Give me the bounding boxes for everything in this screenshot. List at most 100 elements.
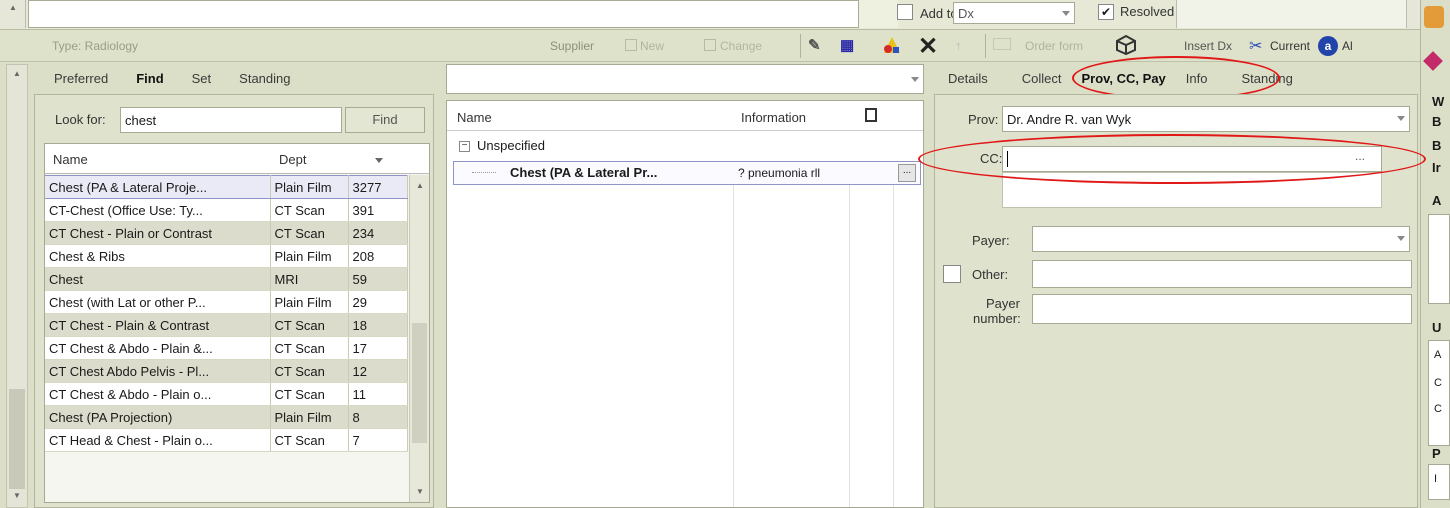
supplier-label: Supplier [550,39,595,53]
current-icon[interactable]: ✂ [1249,36,1262,56]
row-name: CT Chest & Abdo - Plain &... [45,336,271,360]
table-row[interactable]: CT Head & Chest - Plain o... CT Scan 7 [45,428,408,452]
order-form-label[interactable]: Order form [1025,39,1083,53]
row-dept: CT Scan [270,198,349,222]
column-divider-2 [849,161,850,507]
table-row[interactable]: CT Chest - Plain & Contrast CT Scan 18 [45,313,408,337]
patient-icon[interactable] [1424,6,1444,28]
ellipsis-button[interactable]: ... [898,164,916,182]
resolved-checkbox[interactable]: ✔ [1098,4,1114,20]
payer-select[interactable] [1032,226,1410,252]
sort-down-icon[interactable] [375,158,383,163]
column-name[interactable]: Name [53,152,88,167]
table-row[interactable]: Chest MRI 59 [45,267,408,291]
document-icon[interactable] [865,108,877,122]
find-button-label: Find [372,112,398,127]
prov-select[interactable]: Dr. Andre R. van Wyk [1002,106,1410,132]
delete-icon[interactable]: ✕ [918,32,938,61]
find-button[interactable]: Find [345,107,425,133]
payer-number-input[interactable] [1032,294,1412,324]
edit-order-icon[interactable]: ✎ [808,36,830,56]
top-divider-box [858,0,898,28]
orders-header: Name Information [447,101,923,131]
table-row[interactable]: CT Chest & Abdo - Plain o... CT Scan 11 [45,382,408,406]
tab-set[interactable]: Set [178,71,226,86]
scroll-down-icon: ▼ [416,487,424,496]
other-input[interactable] [1032,260,1412,288]
insert-dx-label[interactable]: Insert Dx [1184,39,1232,53]
table-row[interactable]: Chest (PA Projection) Plain Film 8 [45,405,408,429]
tab-find[interactable]: Find [122,71,177,86]
row-count: 59 [348,267,408,291]
row-dept: CT Scan [270,428,349,452]
table-row[interactable]: Chest (PA & Lateral Proje... Plain Film 32… [45,175,408,199]
order-form-icon[interactable] [993,38,1011,50]
toolbar-divider [800,34,801,58]
far-right-letter-p: P [1432,446,1441,461]
calendar-icon[interactable]: ▦ [840,36,862,56]
row-name: CT-Chest (Office Use: Ty... [45,198,271,222]
checkmark-icon: ✔ [1100,5,1112,19]
all-label[interactable]: Al [1342,39,1353,53]
table-row[interactable]: Chest & Ribs Plain Film 208 [45,244,408,268]
top-left-scroll[interactable]: ▲ [0,0,26,28]
column-order-name[interactable]: Name [457,110,492,125]
all-icon[interactable]: a [1318,36,1338,56]
dropdown-arrow-icon [1397,236,1405,241]
other-checkbox[interactable] [943,265,961,283]
collapse-icon[interactable]: − [459,141,470,152]
far-right-letter-c2: C [1434,403,1442,415]
toolbar-arrow-icon[interactable]: ↑ [955,38,962,53]
row-name: Chest (with Lat or other P... [45,290,271,314]
paint-icon[interactable] [882,35,902,57]
package-icon[interactable] [1115,34,1137,56]
outer-left-scrollbar[interactable]: ▲ ▼ [6,64,28,508]
dropdown-arrow-icon [911,77,919,82]
current-label[interactable]: Current [1270,39,1310,53]
column-information[interactable]: Information [741,110,806,125]
column-dept[interactable]: Dept [279,152,306,167]
table-row[interactable]: CT Chest - Plain or Contrast CT Scan 234 [45,221,408,245]
tab-preferred[interactable]: Preferred [40,71,122,86]
row-count: 29 [348,290,408,314]
results-scrollbar[interactable]: ▲ ▼ [409,175,429,502]
dropdown-arrow-icon [1062,11,1070,16]
table-row[interactable]: Chest (with Lat or other P... Plain Film 2… [45,290,408,314]
row-count: 391 [348,198,408,222]
top-text-field[interactable] [28,0,898,28]
prov-label: Prov: [968,112,999,127]
row-count: 11 [348,382,408,406]
look-for-input[interactable]: chest [120,107,342,133]
row-count: 3277 [348,175,408,199]
change-checkbox[interactable] [704,39,716,51]
order-filter-select[interactable] [446,64,924,94]
order-row[interactable]: Chest (PA & Lateral Pr... ? pneumonia rl… [453,161,921,185]
add-to-select[interactable]: Dx [953,2,1075,24]
tab-standing[interactable]: Standing [225,71,304,86]
add-to-checkbox[interactable] [897,4,913,20]
scroll-up-icon: ▲ [9,3,17,12]
far-right-box-2[interactable]: A C C [1428,340,1450,446]
results-list: Chest (PA & Lateral Proje... Plain Film 32… [45,175,408,452]
group-unspecified: Unspecified [477,138,545,153]
far-right-box-3[interactable]: I [1428,464,1450,500]
tab-collect[interactable]: Collect [998,71,1072,86]
far-right-letter-c1: C [1434,377,1442,389]
scroll-thumb[interactable] [9,389,25,489]
top-right-field[interactable] [1176,0,1406,28]
row-name: CT Head & Chest - Plain o... [45,428,271,452]
table-row[interactable]: CT Chest Abdo Pelvis - Pl... CT Scan 12 [45,359,408,383]
look-for-label: Look for: [55,112,106,127]
far-right-box-1[interactable] [1428,214,1450,304]
scroll-up-icon: ▲ [13,69,21,78]
tab-details[interactable]: Details [938,71,998,86]
add-to-value: Dx [958,6,974,21]
new-checkbox[interactable] [625,39,637,51]
payer-number-label: Payer [986,296,1020,311]
scroll-thumb[interactable] [412,323,427,443]
row-name: CT Chest - Plain & Contrast [45,313,271,337]
far-right-letter-w: W [1432,94,1445,109]
table-row[interactable]: CT Chest & Abdo - Plain &... CT Scan 17 [45,336,408,360]
table-row[interactable]: CT-Chest (Office Use: Ty... CT Scan 391 [45,198,408,222]
order-item-info: ? pneumonia rll [738,166,821,180]
